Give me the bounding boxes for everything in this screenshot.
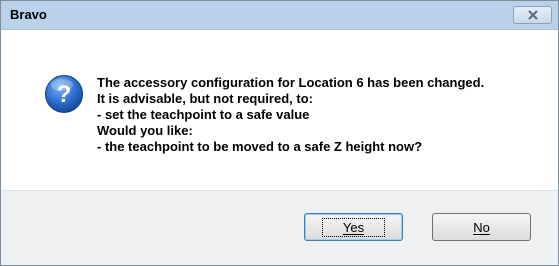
- close-button[interactable]: [513, 6, 552, 24]
- message-line: Would you like:: [97, 123, 193, 138]
- window-title: Bravo: [10, 7, 47, 22]
- button-bar: Yes No: [1, 190, 558, 265]
- yes-button[interactable]: Yes: [304, 213, 403, 241]
- question-icon: ?: [45, 75, 83, 113]
- no-button-label: No: [473, 219, 490, 235]
- message-line: It is advisable, but not required, to:: [97, 91, 313, 106]
- message-line: - the teachpoint to be moved to a safe Z…: [97, 139, 423, 154]
- dialog-window: Bravo ? The accessory configuration for …: [0, 0, 559, 266]
- no-button[interactable]: No: [432, 213, 531, 241]
- message-line: The accessory configuration for Location…: [97, 75, 485, 90]
- svg-text:?: ?: [57, 81, 72, 108]
- message-line: - set the teachpoint to a safe value: [97, 107, 310, 122]
- message-text: The accessory configuration for Location…: [97, 75, 484, 155]
- dialog-content: ? The accessory configuration for Locati…: [1, 30, 558, 191]
- yes-button-label: Yes: [321, 217, 386, 237]
- title-bar[interactable]: Bravo: [1, 1, 558, 30]
- close-icon: [528, 10, 538, 20]
